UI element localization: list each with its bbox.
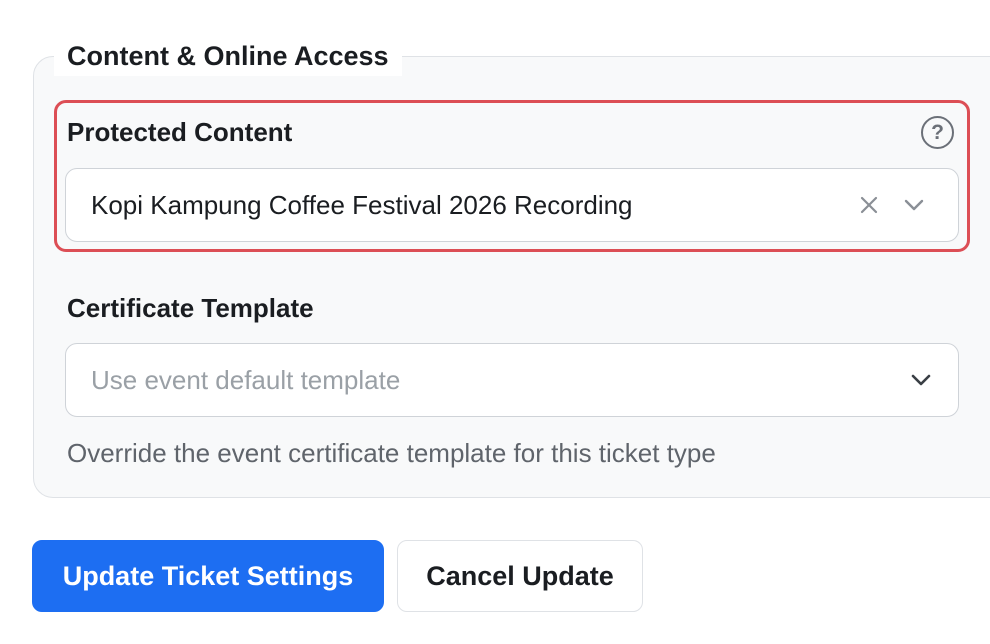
close-icon[interactable] xyxy=(856,192,882,218)
protected-content-label: Protected Content xyxy=(67,117,293,147)
certificate-template-label: Certificate Template xyxy=(67,293,314,323)
ticket-settings-page: Content & Online Access Protected Conten… xyxy=(0,0,990,644)
chevron-down-icon[interactable] xyxy=(901,192,927,218)
help-icon[interactable]: ? xyxy=(921,116,954,149)
cancel-update-button[interactable]: Cancel Update xyxy=(397,540,643,612)
certificate-template-helper: Override the event certificate template … xyxy=(67,438,716,468)
protected-content-select[interactable]: Kopi Kampung Coffee Festival 2026 Record… xyxy=(65,168,959,242)
update-ticket-settings-button[interactable]: Update Ticket Settings xyxy=(32,540,384,612)
chevron-down-icon[interactable] xyxy=(908,367,934,393)
certificate-template-placeholder: Use event default template xyxy=(91,364,401,395)
certificate-template-select[interactable]: Use event default template xyxy=(65,343,959,417)
section-legend: Content & Online Access xyxy=(54,36,402,76)
protected-content-value: Kopi Kampung Coffee Festival 2026 Record… xyxy=(91,189,633,220)
